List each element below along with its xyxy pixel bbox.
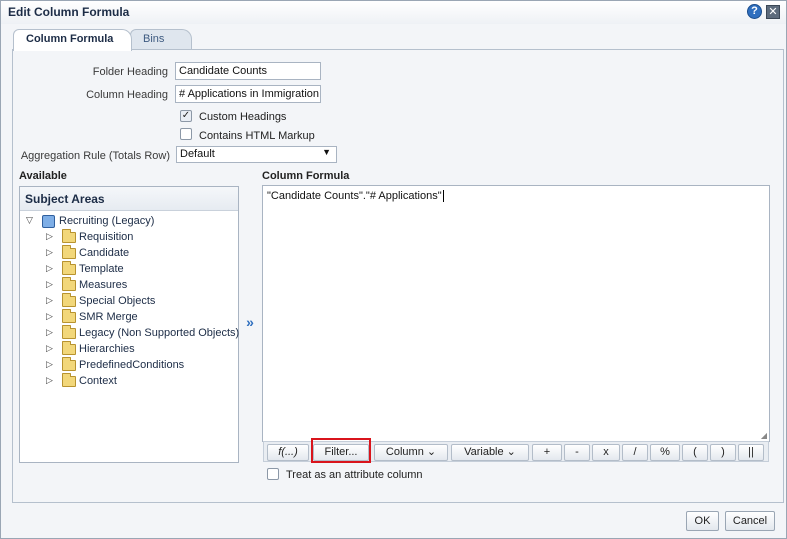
aggregation-rule-label: Aggregation Rule (Totals Row) xyxy=(20,150,170,162)
folder-heading-label: Folder Heading xyxy=(92,66,168,78)
expand-triangle-icon[interactable]: ▷ xyxy=(46,279,56,290)
column-heading-field[interactable]: # Applications in Immigration xyxy=(175,85,321,103)
subject-areas-header: Subject Areas xyxy=(20,187,238,211)
minus-button[interactable]: - xyxy=(564,444,590,461)
tree-root-recruiting[interactable]: ▽ Recruiting (Legacy) xyxy=(26,214,236,230)
tree-item-label: Legacy (Non Supported Objects) xyxy=(79,327,240,339)
dropdown-arrow-icon: ▼ xyxy=(322,147,331,157)
formula-toolbar: f(...) Filter... Column ⌄ Variable ⌄ + -… xyxy=(263,441,769,462)
expand-triangle-icon[interactable]: ▷ xyxy=(46,311,56,322)
tree-item-label: Candidate xyxy=(79,247,130,259)
expand-triangle-icon[interactable]: ▷ xyxy=(46,359,56,370)
tree-item-legacy[interactable]: ▷ Legacy (Non Supported Objects) xyxy=(46,325,240,342)
expand-triangle-icon[interactable]: ▷ xyxy=(46,263,56,274)
html-markup-checkbox[interactable] xyxy=(180,128,192,140)
subject-areas-panel: Subject Areas ▽ Recruiting (Legacy) ▷ Re… xyxy=(19,186,239,463)
resize-grip-icon[interactable]: ◢ xyxy=(761,431,767,440)
tree-item-label: Special Objects xyxy=(79,295,156,307)
edit-column-formula-dialog: Edit Column Formula ? ✕ Column Formula B… xyxy=(0,0,787,539)
tree-item-label: Context xyxy=(79,375,117,387)
divide-button[interactable]: / xyxy=(622,444,648,461)
folder-icon xyxy=(62,261,76,275)
function-button[interactable]: f(...) xyxy=(267,444,309,461)
multiply-button[interactable]: x xyxy=(592,444,620,461)
attribute-column-checkbox[interactable] xyxy=(267,468,279,480)
dialog-title: Edit Column Formula xyxy=(8,5,130,19)
html-markup-label: Contains HTML Markup xyxy=(199,130,315,142)
folder-heading-field[interactable]: Candidate Counts xyxy=(175,62,321,80)
tree-item-predefined-conditions[interactable]: ▷ PredefinedConditions xyxy=(46,357,236,374)
expand-triangle-icon[interactable]: ▷ xyxy=(46,247,56,258)
formula-text: "Candidate Counts"."# Applications" xyxy=(267,190,442,202)
dialog-titlebar: Edit Column Formula ? ✕ xyxy=(1,1,786,24)
concat-button[interactable]: || xyxy=(738,444,764,461)
tree-item-requisition[interactable]: ▷ Requisition xyxy=(46,229,236,246)
folder-icon xyxy=(62,325,76,339)
folder-icon xyxy=(62,309,76,323)
tab-column-formula[interactable]: Column Formula xyxy=(13,29,132,51)
subject-area-icon xyxy=(42,215,55,228)
tree-item-label: SMR Merge xyxy=(79,311,138,323)
folder-icon xyxy=(62,341,76,355)
tab-bins[interactable]: Bins xyxy=(130,29,192,50)
folder-icon xyxy=(62,373,76,387)
close-icon[interactable]: ✕ xyxy=(766,5,780,19)
percent-button[interactable]: % xyxy=(650,444,680,461)
column-heading-label: Column Heading xyxy=(86,89,168,101)
tree-item-label: Hierarchies xyxy=(79,343,135,355)
folder-icon xyxy=(62,245,76,259)
expand-triangle-icon[interactable]: ▷ xyxy=(46,231,56,242)
tree-item-hierarchies[interactable]: ▷ Hierarchies xyxy=(46,341,236,358)
custom-headings-checkbox[interactable]: ✓ xyxy=(180,110,192,122)
column-formula-textarea[interactable]: "Candidate Counts"."# Applications" ◢ xyxy=(262,185,770,442)
tree-item-template[interactable]: ▷ Template xyxy=(46,261,236,278)
tree-root-label: Recruiting (Legacy) xyxy=(59,215,155,227)
column-dropdown-button[interactable]: Column ⌄ xyxy=(374,444,448,461)
plus-button[interactable]: + xyxy=(532,444,562,461)
variable-dropdown-button[interactable]: Variable ⌄ xyxy=(451,444,529,461)
aggregation-rule-value: Default xyxy=(180,148,215,160)
column-formula-label: Column Formula xyxy=(262,170,350,182)
folder-icon xyxy=(62,277,76,291)
custom-headings-label: Custom Headings xyxy=(199,111,287,123)
help-icon[interactable]: ? xyxy=(747,4,762,19)
tree-item-label: Requisition xyxy=(79,231,134,243)
tree-item-label: Template xyxy=(79,263,124,275)
folder-icon xyxy=(62,229,76,243)
folder-icon xyxy=(62,357,76,371)
expand-triangle-icon[interactable]: ▷ xyxy=(46,343,56,354)
available-label: Available xyxy=(19,170,67,182)
aggregation-rule-select[interactable]: Default ▼ xyxy=(176,146,337,163)
filter-button[interactable]: Filter... xyxy=(313,444,369,461)
expand-triangle-icon[interactable]: ▷ xyxy=(46,295,56,306)
left-paren-button[interactable]: ( xyxy=(682,444,708,461)
tree-item-measures[interactable]: ▷ Measures xyxy=(46,277,236,294)
tree-item-context[interactable]: ▷ Context xyxy=(46,373,236,390)
tree-item-label: Measures xyxy=(79,279,128,291)
right-paren-button[interactable]: ) xyxy=(710,444,736,461)
cancel-button[interactable]: Cancel xyxy=(725,511,775,531)
collapse-triangle-icon[interactable]: ▽ xyxy=(26,215,36,226)
expand-triangle-icon[interactable]: ▷ xyxy=(46,375,56,386)
attribute-column-label: Treat as an attribute column xyxy=(286,469,423,481)
ok-button[interactable]: OK xyxy=(686,511,719,531)
tree-item-label: PredefinedConditions xyxy=(79,359,185,371)
expand-triangle-icon[interactable]: ▷ xyxy=(46,327,56,338)
tree-item-special-objects[interactable]: ▷ Special Objects xyxy=(46,293,236,310)
folder-icon xyxy=(62,293,76,307)
tree-item-candidate[interactable]: ▷ Candidate xyxy=(46,245,236,262)
tree-item-smr-merge[interactable]: ▷ SMR Merge xyxy=(46,309,236,326)
insert-column-arrow-icon[interactable]: » xyxy=(243,314,257,330)
